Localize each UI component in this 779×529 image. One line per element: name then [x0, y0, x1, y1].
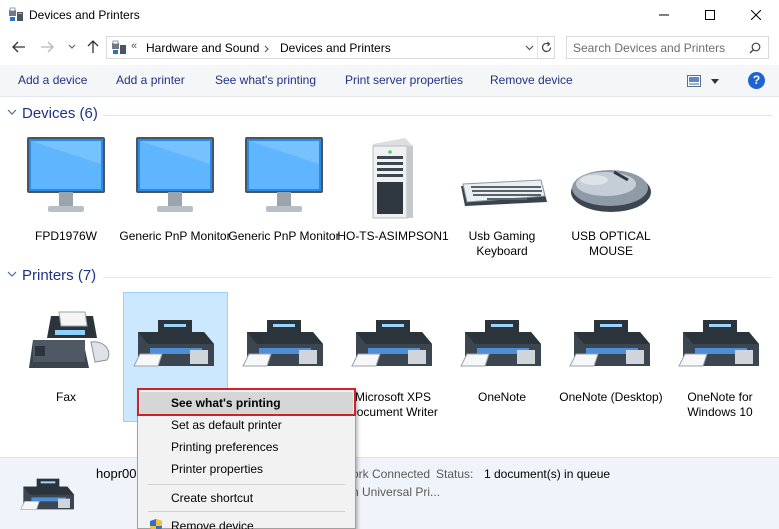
command-bar: Add a device Add a printer See what's pr… — [0, 65, 779, 97]
print-server-properties-button[interactable]: Print server properties — [345, 73, 463, 87]
details-pane: hopr00 ork Connected Status: 1 document(… — [0, 457, 779, 529]
search-icon[interactable] — [749, 42, 761, 54]
maximize-icon — [705, 10, 715, 20]
printer-icon — [341, 310, 445, 376]
control-panel-location-icon — [112, 40, 126, 54]
menu-item-create-shortcut[interactable]: Create shortcut — [140, 487, 353, 509]
details-status-value: 1 document(s) in queue — [484, 467, 611, 481]
shield-icon — [150, 519, 162, 529]
printer-label: OneNote for Windows 10 — [687, 390, 753, 419]
mouse-icon — [559, 134, 663, 220]
remove-device-button[interactable]: Remove device — [490, 73, 573, 87]
address-bar[interactable]: « Hardware and Sound Devices and Printer… — [106, 36, 555, 59]
recent-locations-button[interactable] — [62, 37, 82, 57]
device-label: USB OPTICAL MOUSE — [571, 229, 651, 258]
fax-icon — [14, 310, 118, 376]
close-button[interactable] — [733, 0, 779, 30]
printer-label: Fax — [55, 390, 76, 404]
device-label: Generic PnP Monitor — [228, 229, 340, 243]
menu-item-label: Set as default printer — [171, 418, 282, 432]
annotation-highlight-frame — [137, 388, 356, 416]
see-whats-printing-button[interactable]: See what's printing — [215, 73, 316, 87]
navigation-bar: « Hardware and Sound Devices and Printer… — [0, 33, 779, 61]
printer-icon — [20, 478, 74, 510]
back-button[interactable] — [9, 37, 29, 57]
back-arrow-icon — [12, 41, 25, 53]
devices-and-printers-window: Devices and Printers « Hardware and Soun… — [0, 0, 779, 529]
menu-separator — [148, 511, 345, 512]
device-label: Generic PnP Monitor — [119, 229, 231, 243]
device-label: FPD1976W — [34, 229, 98, 243]
group-divider — [103, 115, 773, 116]
refresh-icon[interactable] — [540, 41, 553, 54]
add-printer-button[interactable]: Add a printer — [116, 73, 185, 87]
breadcrumb-chevron-icon[interactable] — [264, 45, 270, 53]
more-views-chevron-icon[interactable] — [711, 79, 719, 84]
device-label: Usb Gaming Keyboard — [468, 229, 536, 258]
menu-item-printer-properties[interactable]: Printer properties — [140, 458, 353, 480]
menu-item-set-as-default-printer[interactable]: Set as default printer — [140, 414, 353, 436]
menu-item-label: Printing preferences — [171, 440, 279, 454]
address-divider — [537, 37, 538, 58]
address-dropdown-icon[interactable] — [525, 45, 534, 51]
printer-icon — [123, 310, 227, 376]
window-title: Devices and Printers — [29, 8, 140, 22]
printer-icon — [450, 310, 554, 376]
close-icon — [751, 10, 761, 20]
menu-item-label: Printer properties — [171, 462, 264, 476]
forward-button[interactable] — [37, 37, 57, 57]
collapse-chevron-icon[interactable] — [7, 109, 17, 116]
change-view-icon[interactable] — [687, 75, 701, 87]
keyboard-icon — [450, 134, 554, 220]
details-state: ork Connected — [352, 467, 431, 481]
title-bar: Devices and Printers — [0, 0, 779, 30]
devices-group-header[interactable]: Devices (6) — [0, 105, 779, 125]
breadcrumb-overflow[interactable]: « — [131, 40, 137, 52]
monitor-icon — [232, 134, 336, 220]
details-model: n Universal Pri... — [352, 485, 441, 499]
menu-item-label: Create shortcut — [171, 491, 254, 505]
monitor-icon — [14, 134, 118, 220]
printers-group-header[interactable]: Printers (7) — [0, 267, 779, 287]
printer-icon — [232, 310, 336, 376]
devices-printers-app-icon — [9, 7, 23, 21]
device-label: HO-TS-ASIMPSON1 — [337, 229, 449, 243]
computer-tower-icon — [341, 134, 445, 220]
breadcrumb-hardware-and-sound[interactable]: Hardware and Sound — [146, 41, 259, 55]
chevron-down-icon — [68, 44, 76, 49]
maximize-button[interactable] — [687, 0, 733, 30]
printer-label: OneNote (Desktop) — [559, 390, 663, 404]
printers-group-label: Printers (7) — [22, 267, 97, 284]
group-divider — [103, 277, 773, 278]
minimize-button[interactable] — [641, 0, 687, 30]
menu-separator — [148, 484, 345, 485]
up-button[interactable] — [83, 37, 103, 57]
printer-icon — [559, 310, 663, 376]
add-device-button[interactable]: Add a device — [18, 73, 87, 87]
forward-arrow-icon — [41, 41, 54, 53]
printer-label: OneNote — [477, 390, 527, 404]
minimize-icon — [659, 14, 669, 16]
details-status-label: Status: — [436, 467, 474, 481]
help-button[interactable]: ? — [748, 72, 765, 89]
devices-group-label: Devices (6) — [22, 105, 98, 122]
up-arrow-icon — [87, 40, 99, 53]
monitor-icon — [123, 134, 227, 220]
search-box[interactable] — [566, 36, 769, 59]
breadcrumb-devices-and-printers[interactable]: Devices and Printers — [280, 41, 391, 55]
search-input[interactable] — [573, 40, 743, 56]
printer-icon — [668, 310, 772, 376]
menu-item-printing-preferences[interactable]: Printing preferences — [140, 436, 353, 458]
menu-item-remove-device[interactable]: Remove device — [140, 515, 353, 529]
menu-item-label: Remove device — [171, 519, 254, 529]
collapse-chevron-icon[interactable] — [7, 271, 17, 278]
details-printer-name: hopr00 — [96, 466, 137, 481]
